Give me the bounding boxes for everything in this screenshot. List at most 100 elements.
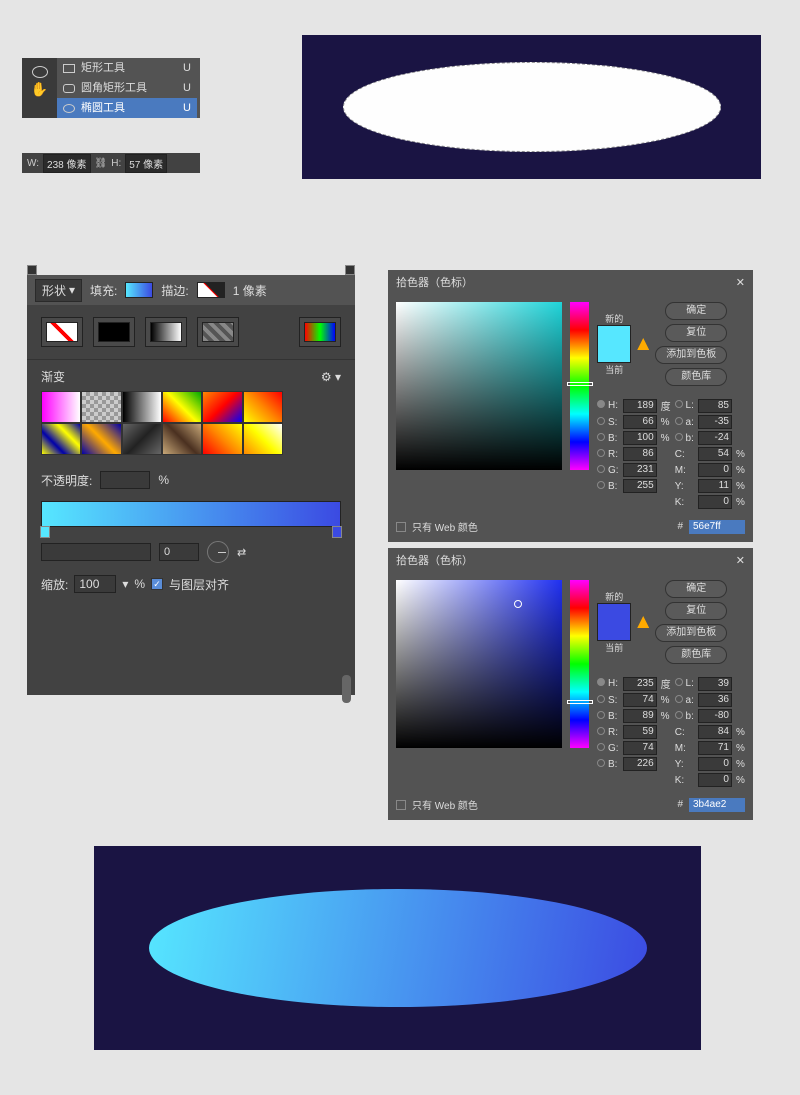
- opacity-row: 不透明度: %: [27, 463, 355, 497]
- fill-solid-button[interactable]: [93, 317, 135, 347]
- scale-input[interactable]: 100: [74, 575, 116, 593]
- gradient-preset[interactable]: [243, 391, 283, 423]
- l-input[interactable]: 85: [698, 399, 732, 413]
- gradient-presets: [27, 391, 297, 463]
- ellipse-tool-icon[interactable]: [32, 66, 48, 78]
- g-input[interactable]: 74: [623, 741, 657, 755]
- opacity-stop-right[interactable]: [345, 265, 355, 275]
- tool-ellipse[interactable]: 椭圆工具 U: [57, 98, 197, 118]
- reverse-icon[interactable]: ⇄: [237, 546, 246, 559]
- s-input[interactable]: 74: [623, 693, 657, 707]
- opacity-stop-left[interactable]: [27, 265, 37, 275]
- c-input[interactable]: 84: [698, 725, 732, 739]
- k-input[interactable]: 0: [698, 773, 732, 787]
- reset-button[interactable]: 复位: [665, 324, 727, 342]
- m-input[interactable]: 71: [698, 741, 732, 755]
- a-input[interactable]: 36: [698, 693, 732, 707]
- hex-input[interactable]: 3b4ae2: [689, 798, 745, 812]
- gradient-preset[interactable]: [162, 391, 202, 423]
- gradient-preset[interactable]: [41, 391, 81, 423]
- fill-swatch[interactable]: [125, 282, 153, 298]
- gradient-preset[interactable]: [202, 423, 242, 455]
- ok-button[interactable]: 确定: [665, 580, 727, 598]
- stroke-swatch[interactable]: [197, 282, 225, 298]
- gradient-preset[interactable]: [202, 391, 242, 423]
- r-input[interactable]: 59: [623, 725, 657, 739]
- web-only-checkbox[interactable]: [396, 522, 406, 532]
- hand-tool-icon[interactable]: ✋: [31, 81, 48, 97]
- gradient-preset[interactable]: [122, 391, 162, 423]
- stroke-width[interactable]: 1 像素: [233, 282, 267, 299]
- bb-input[interactable]: -80: [698, 709, 732, 723]
- y-input[interactable]: 11: [698, 479, 732, 493]
- reset-button[interactable]: 复位: [665, 602, 727, 620]
- blue-input[interactable]: 255: [623, 479, 657, 493]
- web-only-checkbox[interactable]: [396, 800, 406, 810]
- angle-wheel-icon[interactable]: [207, 541, 229, 563]
- color-stop-left[interactable]: [40, 526, 50, 538]
- color-libraries-button[interactable]: 颜色库: [665, 368, 727, 386]
- color-libraries-button[interactable]: 颜色库: [665, 646, 727, 664]
- y-input[interactable]: 0: [698, 757, 732, 771]
- gradient-editor[interactable]: [27, 497, 355, 535]
- mode-dropdown[interactable]: 形状 ▾: [35, 279, 82, 302]
- gradient-preset[interactable]: [81, 423, 121, 455]
- angle-row: 0 ⇄: [27, 535, 355, 569]
- opacity-input[interactable]: [100, 471, 150, 489]
- w-input[interactable]: 238 像素: [43, 154, 90, 173]
- gradient-preset[interactable]: [122, 423, 162, 455]
- web-only-label: 只有 Web 颜色: [412, 797, 478, 812]
- r-input[interactable]: 86: [623, 447, 657, 461]
- preset-scrollbar[interactable]: [342, 675, 351, 703]
- close-icon[interactable]: ✕: [736, 554, 745, 567]
- bb-input[interactable]: -24: [698, 431, 732, 445]
- gradient-type-dropdown[interactable]: [41, 543, 151, 561]
- angle-input[interactable]: 0: [159, 543, 199, 561]
- hue-slider[interactable]: [570, 302, 590, 470]
- gradient-ramp[interactable]: [41, 501, 341, 527]
- b-input[interactable]: 89: [623, 709, 657, 723]
- add-swatch-button[interactable]: 添加到色板: [655, 624, 727, 642]
- color-values-grid: H:189度 L:85 S:66% a:-35 B:100% b:-24 R:8…: [597, 398, 745, 509]
- close-icon[interactable]: ✕: [736, 276, 745, 289]
- gamut-warning-icon[interactable]: [637, 616, 649, 628]
- hex-input[interactable]: 56e7ff: [689, 520, 745, 534]
- tool-rectangle[interactable]: 矩形工具 U: [57, 58, 197, 78]
- k-input[interactable]: 0: [698, 495, 732, 509]
- hue-slider[interactable]: [570, 580, 590, 748]
- add-swatch-button[interactable]: 添加到色板: [655, 346, 727, 364]
- gear-icon[interactable]: ⚙ ▾: [321, 370, 341, 384]
- m-input[interactable]: 0: [698, 463, 732, 477]
- current-label: 当前: [597, 363, 631, 376]
- color-picker-button[interactable]: [299, 317, 341, 347]
- g-input[interactable]: 231: [623, 463, 657, 477]
- fill-pattern-button[interactable]: [197, 317, 239, 347]
- h-input[interactable]: 235: [623, 677, 657, 691]
- new-label: 新的: [597, 312, 631, 325]
- gradient-preset[interactable]: [41, 423, 81, 455]
- fill-none-button[interactable]: [41, 317, 83, 347]
- gradient-preset[interactable]: [243, 423, 283, 455]
- blue-input[interactable]: 226: [623, 757, 657, 771]
- h-input[interactable]: 57 像素: [125, 154, 167, 173]
- h-input[interactable]: 189: [623, 399, 657, 413]
- a-input[interactable]: -35: [698, 415, 732, 429]
- l-input[interactable]: 39: [698, 677, 732, 691]
- s-input[interactable]: 66: [623, 415, 657, 429]
- gamut-warning-icon[interactable]: [637, 338, 649, 350]
- ok-button[interactable]: 确定: [665, 302, 727, 320]
- color-field[interactable]: [396, 580, 562, 748]
- tool-rounded-rectangle[interactable]: 圆角矩形工具 U: [57, 78, 197, 98]
- c-input[interactable]: 54: [698, 447, 732, 461]
- color-stop-right[interactable]: [332, 526, 342, 538]
- align-checkbox[interactable]: ✓: [151, 578, 163, 590]
- w-label: W:: [27, 158, 39, 169]
- color-compare-swatch: [597, 325, 631, 363]
- color-field[interactable]: [396, 302, 562, 470]
- tool-label: 矩形工具: [81, 58, 125, 78]
- fill-gradient-button[interactable]: [145, 317, 187, 347]
- b-input[interactable]: 100: [623, 431, 657, 445]
- gradient-preset[interactable]: [162, 423, 202, 455]
- link-wh-icon[interactable]: ⛓: [95, 158, 108, 169]
- gradient-preset[interactable]: [81, 391, 121, 423]
